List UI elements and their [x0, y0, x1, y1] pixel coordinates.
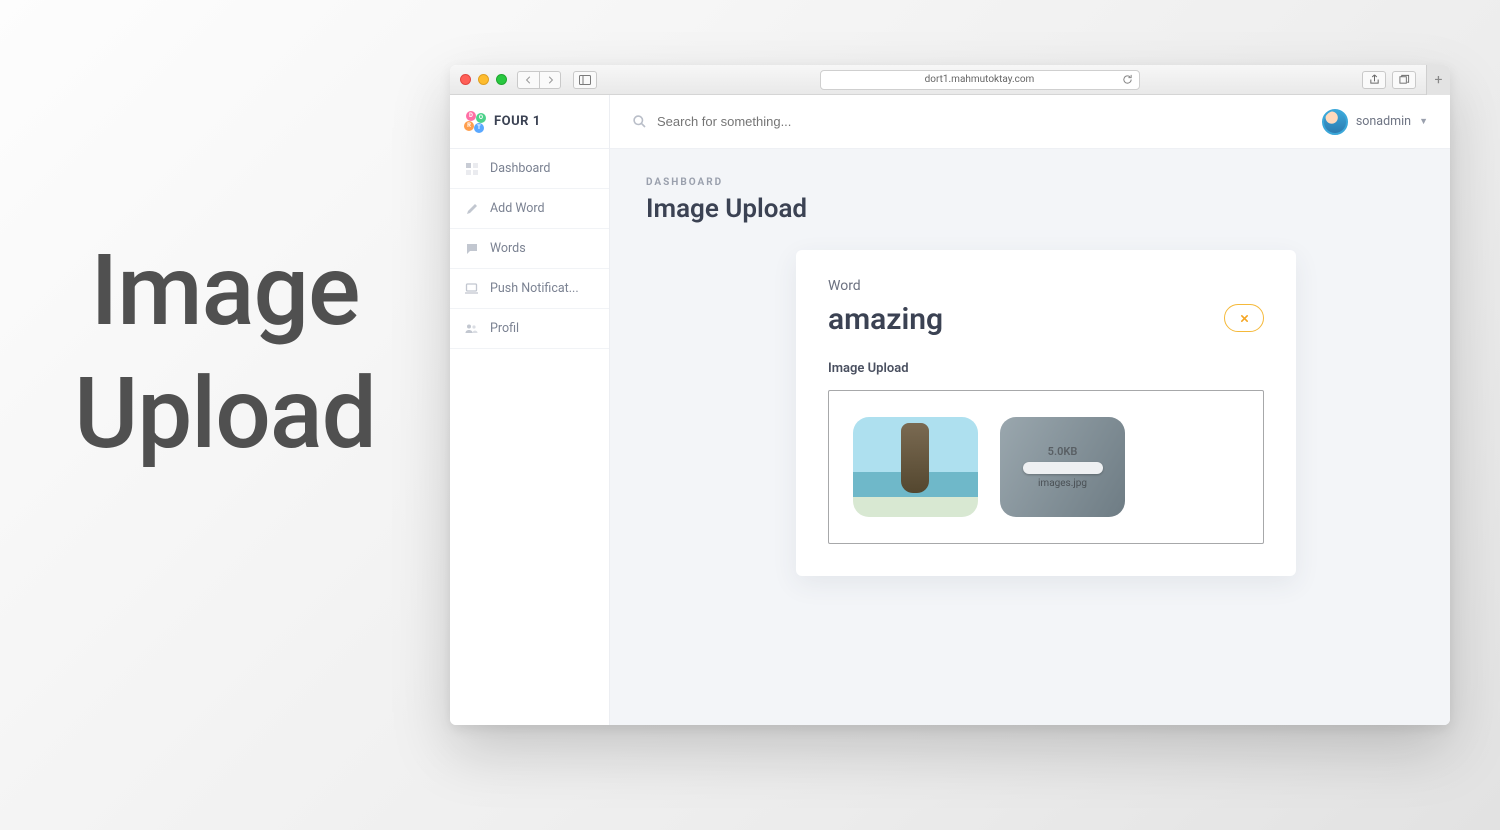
sidebar-item-words[interactable]: Words: [450, 229, 609, 269]
sidebar-item-push-notifications[interactable]: Push Notificat...: [450, 269, 609, 309]
exterior-title: ImageUpload: [35, 230, 415, 475]
uploading-image-thumbnail[interactable]: 5.0KB images.jpg: [1000, 417, 1125, 517]
laptop-icon: [464, 281, 479, 296]
tabs-button[interactable]: [1392, 71, 1416, 89]
username: sonadmin: [1356, 114, 1411, 129]
topbar: sonadmin ▼: [610, 95, 1450, 149]
sidebar-item-dashboard[interactable]: Dashboard: [450, 149, 609, 189]
sidebar-item-profil[interactable]: Profil: [450, 309, 609, 349]
share-button[interactable]: [1362, 71, 1386, 89]
history-nav: [517, 71, 561, 89]
upload-section-label: Image Upload: [828, 361, 1264, 376]
maximize-window-button[interactable]: [496, 74, 507, 85]
breadcrumb: DASHBOARD: [646, 177, 1414, 188]
word-card: Word amazing Image Upload: [796, 250, 1296, 576]
delete-button[interactable]: [1224, 304, 1264, 332]
sidebar-item-label: Push Notificat...: [490, 281, 579, 296]
page-title: Image Upload: [646, 194, 1414, 224]
search-input[interactable]: [657, 114, 1312, 129]
browser-window: dort1.mahmutoktay.com + DORT FOUR 1: [450, 65, 1450, 725]
upload-progress-bar: [1023, 462, 1103, 474]
brand[interactable]: DORT FOUR 1: [450, 95, 609, 149]
sidebar-item-label: Dashboard: [490, 161, 550, 176]
search-icon: [632, 114, 647, 129]
word-field-label: Word: [828, 278, 943, 294]
forward-button[interactable]: [539, 71, 561, 89]
people-icon: [464, 321, 479, 336]
brand-logo-icon: DORT: [464, 111, 486, 133]
sidebar-item-label: Words: [490, 241, 526, 256]
uploaded-image-thumbnail[interactable]: [853, 417, 978, 517]
content-area: DASHBOARD Image Upload Word amazing: [610, 149, 1450, 725]
window-controls: [460, 74, 507, 85]
sidebar-item-label: Add Word: [490, 201, 545, 216]
app-frame: DORT FOUR 1 Dashboard Add Word: [450, 95, 1450, 725]
sidebar: DORT FOUR 1 Dashboard Add Word: [450, 95, 610, 725]
reload-icon[interactable]: [1122, 74, 1133, 85]
dashboard-icon: [464, 161, 479, 176]
sidebar-nav: Dashboard Add Word Words: [450, 149, 609, 349]
word-value: amazing: [828, 302, 943, 337]
avatar: [1322, 109, 1348, 135]
close-window-button[interactable]: [460, 74, 471, 85]
upload-file-size: 5.0KB: [1048, 445, 1078, 458]
upload-file-name: images.jpg: [1038, 478, 1087, 489]
close-icon: [1240, 314, 1249, 323]
image-dropzone[interactable]: 5.0KB images.jpg: [828, 390, 1264, 544]
sidebar-toggle-button[interactable]: [573, 71, 597, 89]
pencil-icon: [464, 201, 479, 216]
browser-titlebar: dort1.mahmutoktay.com +: [450, 65, 1450, 95]
sidebar-item-label: Profil: [490, 321, 519, 336]
sidebar-item-add-word[interactable]: Add Word: [450, 189, 609, 229]
user-menu[interactable]: sonadmin ▼: [1322, 109, 1428, 135]
content-wrap: sonadmin ▼ DASHBOARD Image Upload Word a…: [610, 95, 1450, 725]
brand-name: FOUR 1: [494, 114, 541, 129]
address-bar-text: dort1.mahmutoktay.com: [925, 74, 1035, 85]
chevron-down-icon: ▼: [1419, 116, 1428, 127]
chat-icon: [464, 241, 479, 256]
back-button[interactable]: [517, 71, 539, 89]
new-tab-button[interactable]: +: [1426, 65, 1450, 95]
minimize-window-button[interactable]: [478, 74, 489, 85]
address-bar[interactable]: dort1.mahmutoktay.com: [820, 70, 1140, 90]
